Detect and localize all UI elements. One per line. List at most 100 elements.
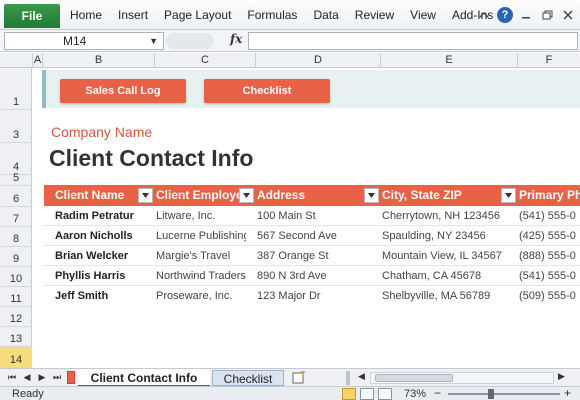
sheet-tabs-bar: ⏮ ◀ ▶ ⏭ Client Contact Info Checklist ◀ … [0,368,580,387]
ribbon-tabs: Home Insert Page Layout Formulas Data Re… [62,0,501,30]
worksheet[interactable]: Sales Call Log Checklist Company Name Cl… [33,68,580,368]
checklist-button[interactable]: Checklist [204,79,330,103]
company-name: Company Name [51,124,153,140]
row-header[interactable]: 11 [0,287,32,307]
column-headers: A B C D E F [0,53,580,68]
help-icon: ? [497,7,513,23]
last-sheet-icon[interactable]: ⏭ [51,371,63,384]
close-window-icon[interactable] [559,6,577,24]
column-header-e[interactable]: E [381,53,518,68]
restore-window-icon[interactable] [538,6,556,24]
help-button[interactable]: ? [496,6,514,24]
row-header[interactable]: 8 [0,227,32,247]
row-header[interactable]: 9 [0,247,32,267]
scroll-left-icon[interactable]: ◀ [358,371,365,382]
cell-city-state-zip: Chatham, CA 45678 [382,270,482,282]
tab-data[interactable]: Data [305,0,346,30]
header-band: Sales Call Log Checklist [42,70,580,108]
page-layout-view-icon[interactable] [360,388,374,400]
cell-primary-phone: (425) 555-0 [519,230,576,242]
sales-call-log-button[interactable]: Sales Call Log [60,79,186,103]
cell-primary-phone: (541) 555-0 [519,210,576,222]
row-header[interactable]: 10 [0,267,32,287]
zoom-out-icon[interactable]: − [434,387,441,400]
cell-address: 567 Second Ave [257,230,337,242]
row-header[interactable]: 6 [0,186,32,207]
table-row[interactable]: Aaron Nicholls Lucerne Publishing 567 Se… [44,226,580,246]
cell-primary-phone: (541) 555-0 [519,270,576,282]
zoom-in-icon[interactable]: + [564,387,571,400]
table-row[interactable]: Brian Welcker Margie's Travel 387 Orange… [44,246,580,266]
cell-primary-phone: (888) 555-0 [519,250,576,262]
row-header[interactable]: 4 [0,143,32,175]
row-header[interactable]: 1 [0,68,32,110]
row-header[interactable]: 7 [0,207,32,227]
header-city-state-zip: City, State ZIP [382,188,462,202]
file-tab[interactable]: File [4,4,60,28]
tab-page-layout[interactable]: Page Layout [156,0,239,30]
table-row[interactable]: Jeff Smith Proseware, Inc. 123 Major Dr … [44,286,580,306]
tab-formulas[interactable]: Formulas [239,0,305,30]
status-bar: Ready 73% − + [0,386,580,400]
cell-client-employer: Northwind Traders [156,270,246,282]
page-title: Client Contact Info [49,145,254,171]
cell-address: 123 Major Dr [257,290,321,302]
horizontal-scrollbar[interactable] [370,372,554,384]
status-text: Ready [12,388,44,400]
cell-address: 100 Main St [257,210,316,222]
sheet-tab-checklist[interactable]: Checklist [212,370,284,386]
header-address: Address [257,188,306,202]
tab-insert[interactable]: Insert [110,0,156,30]
column-header-f[interactable]: F [518,53,580,68]
zoom-level[interactable]: 73% [404,387,426,400]
table-row[interactable]: Phyllis Harris Northwind Traders 890 N 3… [44,266,580,286]
formula-bar-toggle[interactable] [166,33,214,49]
first-sheet-icon[interactable]: ⏮ [6,371,18,384]
header-primary-phone: Primary Ph [519,188,580,202]
column-header-c[interactable]: C [155,53,256,68]
tab-split-handle[interactable] [346,371,350,385]
page-break-preview-icon[interactable] [378,388,392,400]
cell-primary-phone: (509) 555-0 [519,290,576,302]
zoom-slider[interactable] [448,393,560,395]
table-header: Client Name Client Employe Address City,… [44,185,580,206]
zoom-slider-thumb[interactable] [488,389,494,399]
name-box[interactable]: M14 ▼ [4,32,164,50]
row-header[interactable]: 5 [0,172,32,186]
tab-view[interactable]: View [402,0,444,30]
minimize-ribbon-icon[interactable] [475,6,493,24]
row-header[interactable]: 12 [0,307,32,327]
select-all-corner[interactable] [0,53,33,68]
cell-client-name: Brian Welcker [55,250,129,262]
tab-review[interactable]: Review [347,0,402,30]
cell-client-name: Radim Petratur [55,210,134,222]
new-sheet-icon[interactable] [292,371,306,384]
cell-client-name: Jeff Smith [55,290,109,302]
tab-home[interactable]: Home [62,0,110,30]
next-sheet-icon[interactable]: ▶ [36,371,48,384]
ribbon: File Home Insert Page Layout Formulas Da… [0,0,580,30]
prev-sheet-icon[interactable]: ◀ [21,371,33,384]
cell-city-state-zip: Mountain View, IL 34567 [382,250,502,262]
column-header-a[interactable]: A [33,53,43,68]
normal-view-icon[interactable] [342,388,356,400]
minimize-window-icon[interactable] [517,6,535,24]
row-header-selected[interactable]: 14 [0,347,32,368]
cell-client-employer: Proseware, Inc. [156,290,233,302]
row-header[interactable]: 3 [0,110,32,143]
chevron-down-icon[interactable]: ▼ [149,33,158,49]
sheet-tab-client-contact-info[interactable]: Client Contact Info [78,369,210,387]
name-box-value: M14 [63,34,87,48]
column-header-b[interactable]: B [43,53,155,68]
tab-color-marker [67,371,75,384]
formula-input[interactable] [248,32,578,50]
cell-city-state-zip: Cherrytown, NH 123456 [382,210,501,222]
cell-city-state-zip: Shelbyville, MA 56789 [382,290,491,302]
column-header-d[interactable]: D [256,53,381,68]
cell-address: 387 Orange St [257,250,329,262]
scrollbar-thumb[interactable] [375,374,453,382]
row-header[interactable]: 13 [0,327,32,347]
insert-function-icon[interactable]: fx [230,32,242,46]
scroll-right-icon[interactable]: ▶ [558,371,565,382]
table-row[interactable]: Radim Petratur Litware, Inc. 100 Main St… [44,206,580,226]
